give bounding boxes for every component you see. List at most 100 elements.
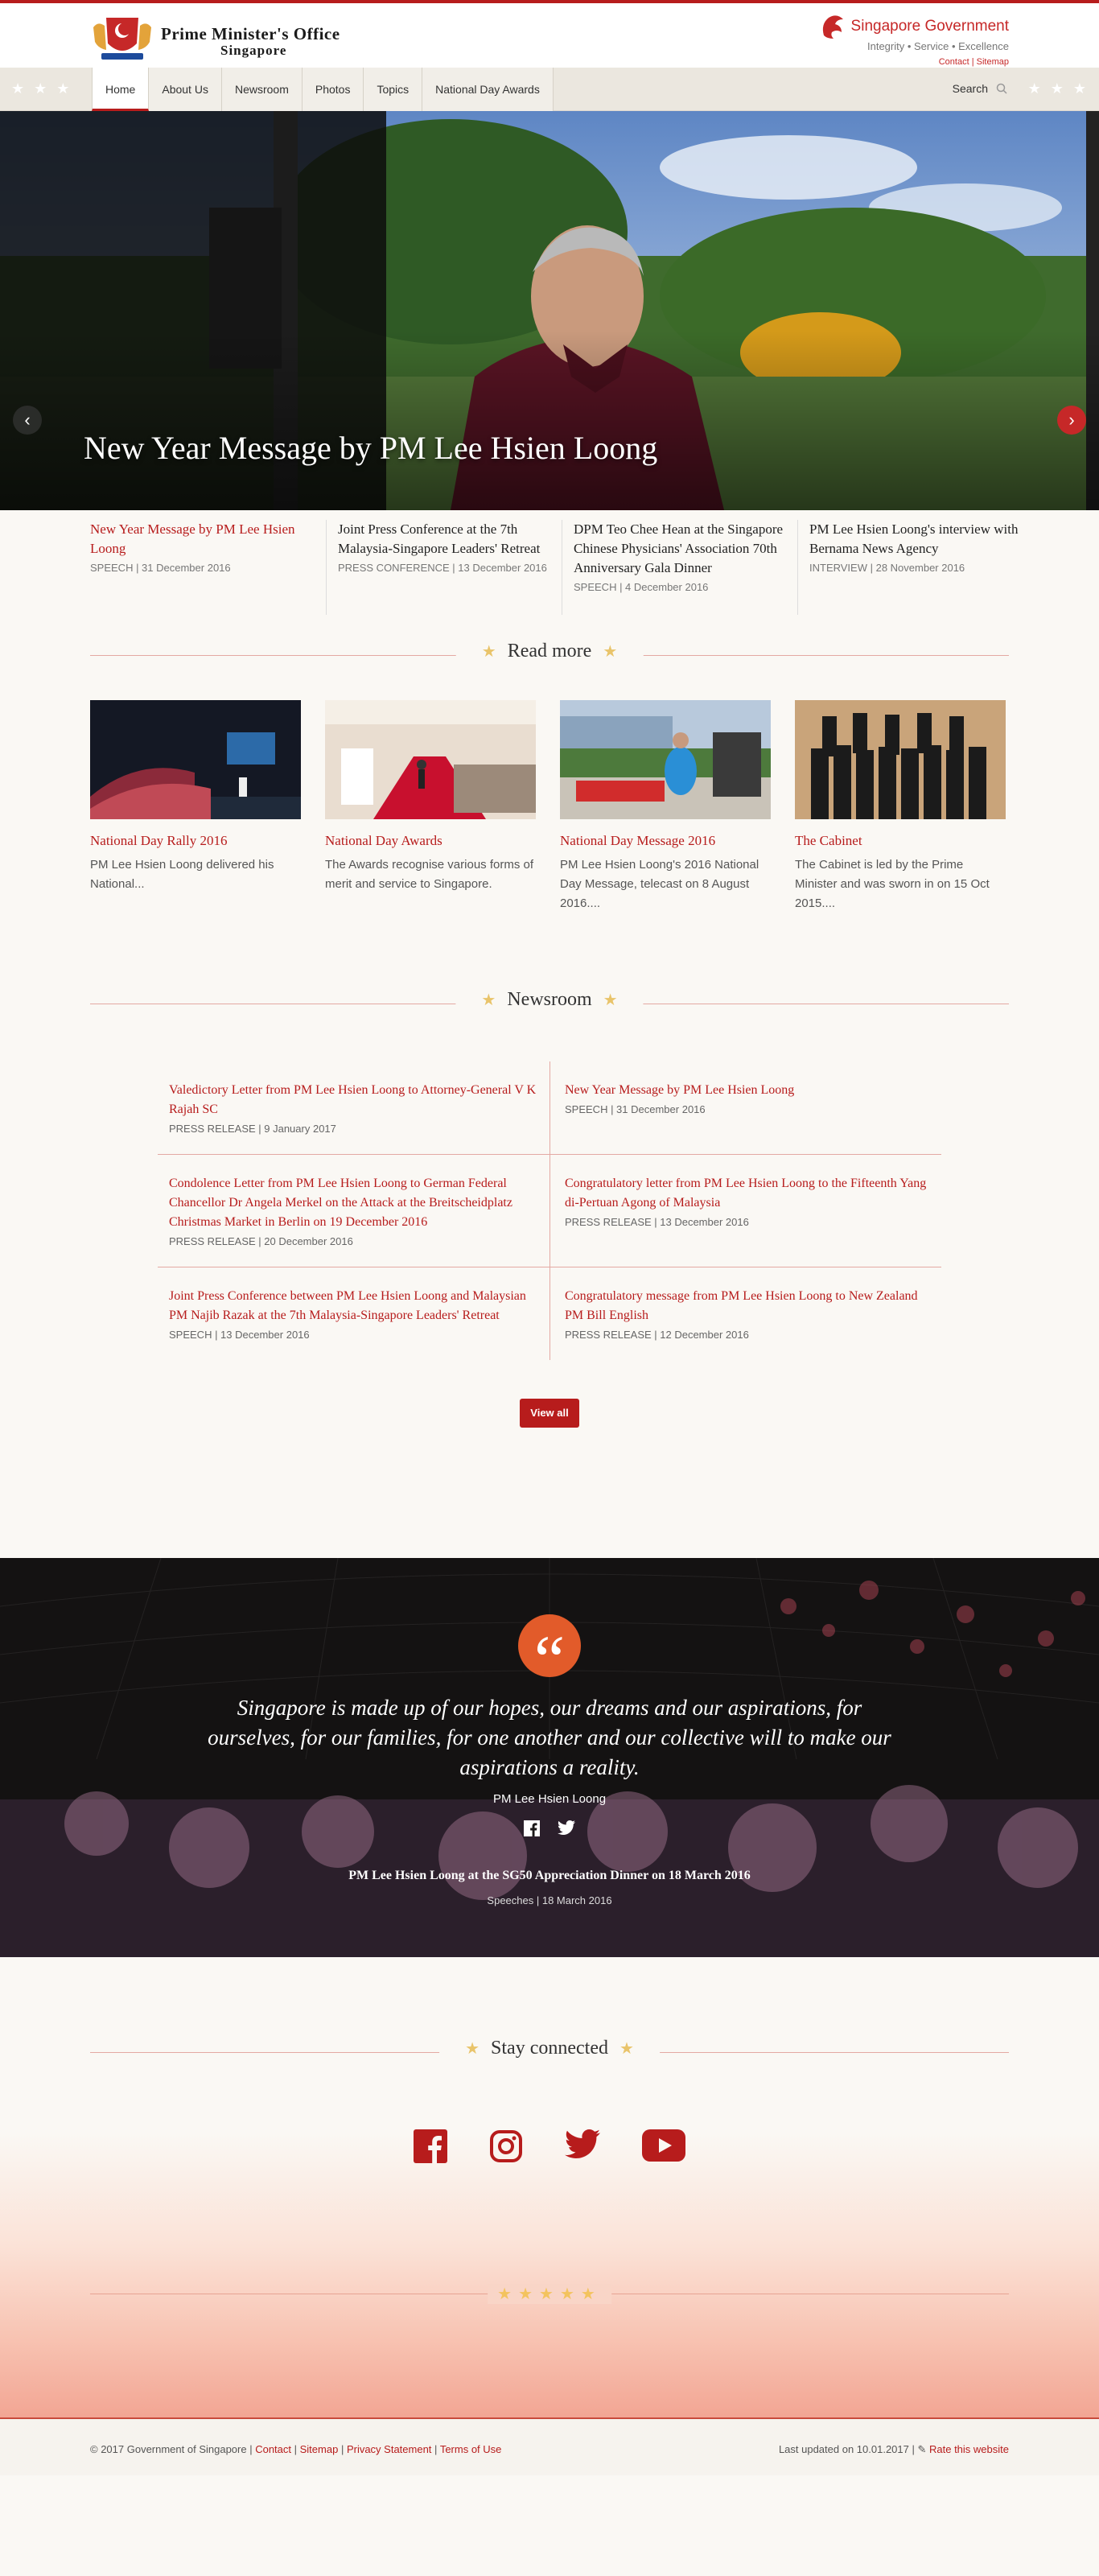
facebook-share-icon[interactable] xyxy=(524,1820,540,1836)
stay-connected-heading: ★ Stay connected ★ xyxy=(90,2036,1009,2068)
news-item[interactable]: Condolence Letter from PM Lee Hsien Loon… xyxy=(158,1155,550,1267)
stars-decoration: ★★★★★ xyxy=(488,2284,611,2304)
quote-banner: “ Singapore is made up of our hopes, our… xyxy=(0,1558,1099,1957)
news-item[interactable]: New Year Message by PM Lee Hsien Loong S… xyxy=(550,1061,941,1154)
news-item[interactable]: Congratulatory letter from PM Lee Hsien … xyxy=(550,1155,941,1267)
national-day-rally-image xyxy=(90,700,301,819)
newsroom-heading: ★ Newsroom ★ xyxy=(90,987,1009,1020)
news-title: Valedictory Letter from PM Lee Hsien Loo… xyxy=(169,1083,537,1116)
hero-tab-meta: PRESS CONFERENCE | 13 December 2016 xyxy=(338,562,547,574)
edit-icon: ✎ xyxy=(917,2443,927,2455)
quote-share xyxy=(0,1820,1099,1836)
search-button[interactable]: Search xyxy=(953,82,1007,95)
nav-about-us[interactable]: About Us xyxy=(149,68,222,111)
footer-privacy-link[interactable]: Privacy Statement xyxy=(347,2443,432,2455)
site-title-line1: Prime Minister's Office xyxy=(161,24,340,43)
news-row: Joint Press Conference between PM Lee Hs… xyxy=(158,1267,941,1360)
news-meta: PRESS RELEASE | 20 December 2016 xyxy=(169,1235,353,1247)
view-all-button[interactable]: View all xyxy=(520,1399,579,1428)
stars-decoration-left: ★★★ xyxy=(11,80,80,97)
news-meta: PRESS RELEASE | 13 December 2016 xyxy=(565,1216,749,1228)
card-title: The Cabinet xyxy=(795,833,862,848)
quote-text: Singapore is made up of our hopes, our d… xyxy=(208,1696,891,1779)
readmore-cards: National Day Rally 2016 PM Lee Hsien Loo… xyxy=(0,700,1099,913)
copyright-text: © 2017 Government of Singapore | xyxy=(90,2443,256,2455)
hero-tab[interactable]: PM Lee Hsien Loong's interview with Bern… xyxy=(797,520,1033,615)
twitter-icon[interactable] xyxy=(565,2129,600,2158)
nav-newsroom[interactable]: Newsroom xyxy=(221,68,303,111)
hero-tab-meta: INTERVIEW | 28 November 2016 xyxy=(809,562,965,574)
social-links xyxy=(0,2129,1099,2163)
rate-website-link[interactable]: Rate this website xyxy=(929,2443,1009,2455)
news-meta: SPEECH | 13 December 2016 xyxy=(169,1329,310,1341)
news-item[interactable]: Joint Press Conference between PM Lee Hs… xyxy=(158,1267,550,1360)
readmore-card[interactable]: The Cabinet The Cabinet is led by the Pr… xyxy=(795,700,1006,913)
hero-tab-meta: SPEECH | 4 December 2016 xyxy=(574,581,709,593)
star-icon: ★ xyxy=(603,991,618,1009)
news-title: Congratulatory letter from PM Lee Hsien … xyxy=(565,1177,927,1210)
hero-carousel: New Year Message by PM Lee Hsien Loong ‹… xyxy=(0,111,1099,510)
hero-tab[interactable]: DPM Teo Chee Hean at the Singapore Chine… xyxy=(562,520,797,615)
quote-content: “ Singapore is made up of our hopes, our… xyxy=(0,1614,1099,1906)
facebook-icon[interactable] xyxy=(414,2129,447,2163)
footer-sitemap-link[interactable]: Sitemap xyxy=(300,2443,339,2455)
quote-event-title[interactable]: PM Lee Hsien Loong at the SG50 Appreciat… xyxy=(0,1869,1099,1883)
national-day-message-image xyxy=(560,700,771,819)
star-icon: ★ xyxy=(481,643,496,661)
hero-tab[interactable]: New Year Message by PM Lee Hsien Loong S… xyxy=(90,520,326,615)
hero-tab-title: PM Lee Hsien Loong's interview with Bern… xyxy=(809,521,1019,556)
news-meta: SPEECH | 31 December 2016 xyxy=(565,1103,706,1115)
hero-tab[interactable]: Joint Press Conference at the 7th Malays… xyxy=(326,520,562,615)
star-icon: ★ xyxy=(465,2040,480,2058)
readmore-card[interactable]: National Day Rally 2016 PM Lee Hsien Loo… xyxy=(90,700,301,913)
carousel-prev-button[interactable]: ‹ xyxy=(13,406,42,435)
card-title: National Day Rally 2016 xyxy=(90,833,228,848)
nav-national-day-awards[interactable]: National Day Awards xyxy=(422,68,554,111)
card-desc: The Awards recognise various forms of me… xyxy=(325,858,534,891)
news-row: Valedictory Letter from PM Lee Hsien Loo… xyxy=(158,1061,941,1155)
news-title: New Year Message by PM Lee Hsien Loong xyxy=(565,1083,795,1097)
footer-contact-link[interactable]: Contact xyxy=(255,2443,291,2455)
search-icon xyxy=(996,83,1007,94)
news-title: Joint Press Conference between PM Lee Hs… xyxy=(169,1289,526,1322)
star-icon: ★ xyxy=(603,643,618,661)
singapore-government-brand: Singapore Government Integrity • Service… xyxy=(819,13,1009,67)
site-title[interactable]: Prime Minister's Office Singapore xyxy=(161,24,340,59)
footer-terms-link[interactable]: Terms of Use xyxy=(440,2443,502,2455)
footer-right: Last updated on 10.01.2017 | ✎ Rate this… xyxy=(779,2443,1009,2456)
news-title: Congratulatory message from PM Lee Hsien… xyxy=(565,1289,918,1322)
news-item[interactable]: Valedictory Letter from PM Lee Hsien Loo… xyxy=(158,1061,550,1154)
card-title: National Day Awards xyxy=(325,833,442,848)
stay-connected: ★ Stay connected ★ ★★★★★ xyxy=(0,1957,1099,2419)
contact-link[interactable]: Contact xyxy=(939,57,969,67)
nav-items: Home About Us Newsroom Photos Topics Nat… xyxy=(92,68,554,111)
nav-home[interactable]: Home xyxy=(92,68,150,111)
instagram-icon[interactable] xyxy=(489,2129,523,2163)
quote-event-meta: Speeches | 18 March 2016 xyxy=(487,1894,612,1906)
readmore-card[interactable]: National Day Message 2016 PM Lee Hsien L… xyxy=(560,700,771,913)
hero-caption[interactable]: New Year Message by PM Lee Hsien Loong xyxy=(84,429,657,467)
card-desc: PM Lee Hsien Loong delivered his Nationa… xyxy=(90,858,274,891)
hero-tab-meta: SPEECH | 31 December 2016 xyxy=(90,562,231,574)
singapore-crest-logo[interactable] xyxy=(90,11,154,64)
star-icon: ★ xyxy=(619,2040,634,2058)
youtube-icon[interactable] xyxy=(642,2129,685,2162)
lion-head-icon xyxy=(822,15,843,39)
header-links: Contact | Sitemap xyxy=(938,57,1009,67)
readmore-card[interactable]: National Day Awards The Awards recognise… xyxy=(325,700,536,913)
nav-photos[interactable]: Photos xyxy=(302,68,364,111)
news-item[interactable]: Congratulatory message from PM Lee Hsien… xyxy=(550,1267,941,1360)
news-title: Condolence Letter from PM Lee Hsien Loon… xyxy=(169,1177,512,1229)
news-meta: PRESS RELEASE | 12 December 2016 xyxy=(565,1329,749,1341)
gov-name[interactable]: Singapore Government xyxy=(851,19,1009,34)
nav-topics[interactable]: Topics xyxy=(364,68,423,111)
carousel-next-button[interactable]: › xyxy=(1057,406,1086,435)
hero-tabs: New Year Message by PM Lee Hsien Loong S… xyxy=(0,510,1099,615)
last-updated-text: Last updated on 10.01.2017 | xyxy=(778,2443,918,2455)
sitemap-link[interactable]: Sitemap xyxy=(977,57,1009,67)
search-label: Search xyxy=(952,82,988,95)
site-title-line2: Singapore xyxy=(220,43,287,58)
news-row: Condolence Letter from PM Lee Hsien Loon… xyxy=(158,1155,941,1267)
chevron-left-icon: ‹ xyxy=(24,410,31,430)
twitter-share-icon[interactable] xyxy=(558,1820,575,1835)
